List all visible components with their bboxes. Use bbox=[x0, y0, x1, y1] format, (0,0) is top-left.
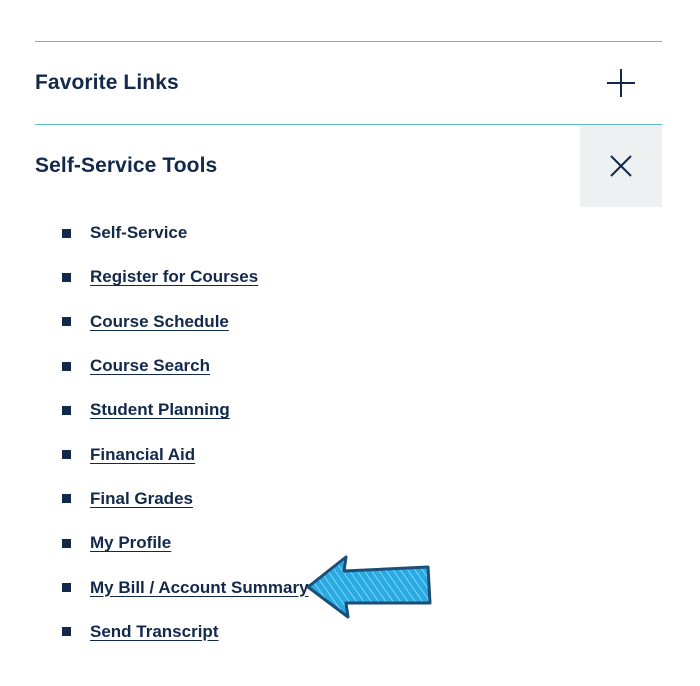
link-financial-aid[interactable]: Financial Aid bbox=[90, 445, 195, 465]
link-student-planning[interactable]: Student Planning bbox=[90, 400, 230, 420]
link-send-transcript[interactable]: Send Transcript bbox=[90, 622, 218, 642]
link-self-service[interactable]: Self-Service bbox=[90, 223, 187, 243]
bullet-icon bbox=[62, 494, 71, 504]
list-item: Course Schedule bbox=[62, 300, 309, 344]
bullet-icon bbox=[62, 361, 71, 371]
list-item: Course Search bbox=[62, 344, 309, 388]
bullet-icon bbox=[62, 627, 71, 637]
list-item: Self-Service bbox=[62, 211, 309, 255]
self-service-links: Self-Service Register for Courses Course… bbox=[62, 211, 309, 654]
list-item: Financial Aid bbox=[62, 432, 309, 476]
section-favorite-links[interactable]: Favorite Links bbox=[35, 42, 662, 124]
section-title: Self-Service Tools bbox=[35, 154, 218, 177]
list-item: Send Transcript bbox=[62, 610, 309, 654]
link-final-grades[interactable]: Final Grades bbox=[90, 489, 193, 509]
list-item: Final Grades bbox=[62, 477, 309, 521]
link-register-for-courses[interactable]: Register for Courses bbox=[90, 267, 258, 287]
bullet-icon bbox=[62, 405, 71, 415]
list-item: Student Planning bbox=[62, 388, 309, 432]
link-course-search[interactable]: Course Search bbox=[90, 356, 210, 376]
bullet-icon bbox=[62, 583, 71, 593]
link-my-bill-account-summary[interactable]: My Bill / Account Summary bbox=[90, 578, 309, 598]
link-my-profile[interactable]: My Profile bbox=[90, 533, 171, 553]
plus-icon bbox=[607, 69, 635, 97]
link-course-schedule[interactable]: Course Schedule bbox=[90, 312, 229, 332]
bullet-icon bbox=[62, 450, 71, 460]
list-item: My Profile bbox=[62, 521, 309, 565]
arrow-left-icon bbox=[306, 555, 432, 619]
expand-toggle-button[interactable] bbox=[580, 42, 662, 124]
section-self-service-tools[interactable]: Self-Service Tools bbox=[35, 125, 662, 207]
accordion: Favorite Links Self-Service Tools bbox=[35, 41, 662, 207]
collapse-toggle-button[interactable] bbox=[580, 125, 662, 207]
close-icon bbox=[610, 155, 632, 177]
list-item: Register for Courses bbox=[62, 255, 309, 299]
bullet-icon bbox=[62, 272, 71, 282]
bullet-icon bbox=[62, 317, 71, 327]
bullet-icon bbox=[62, 538, 71, 548]
section-title: Favorite Links bbox=[35, 71, 179, 94]
bullet-icon bbox=[62, 228, 71, 238]
list-item: My Bill / Account Summary bbox=[62, 565, 309, 609]
